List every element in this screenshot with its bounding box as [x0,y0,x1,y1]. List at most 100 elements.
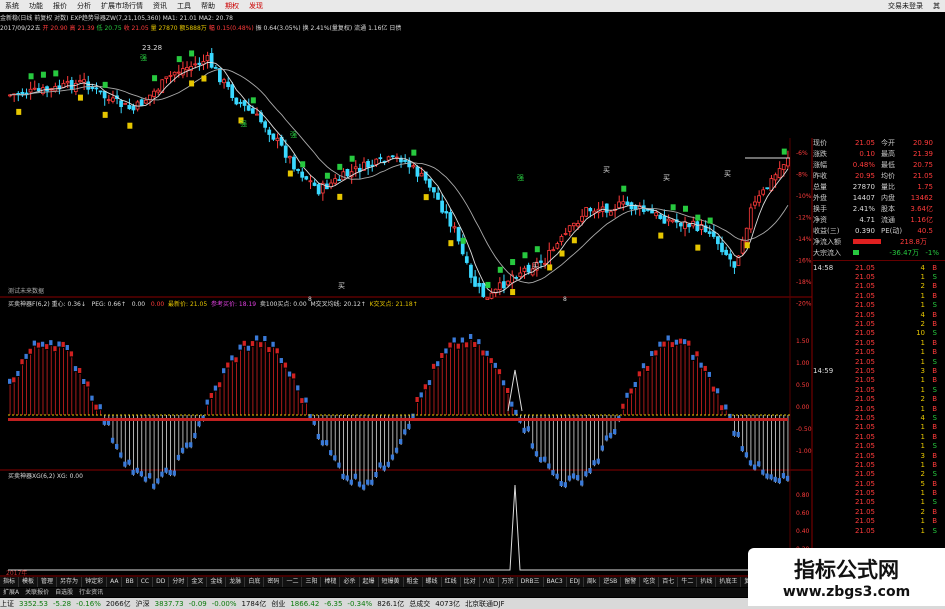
indicator-tab-20[interactable]: 短爆黄 [379,577,404,587]
indicator-tab-28[interactable]: BAC3 [544,577,567,587]
indicator-block [139,471,144,477]
candle-body [555,243,560,249]
index-sh-label[interactable]: 上证 [0,599,14,609]
ind2-title: 买卖神器XG(6,2) XG: 0.00 [8,473,83,480]
trade-vol: 5 [920,479,925,488]
sub-tab-1[interactable]: 关联报价 [22,588,52,597]
indicator-block [172,470,176,476]
watermark-url: www.zbgs3.com [782,584,911,600]
indicator-tab-32[interactable]: 留警 [621,577,641,587]
indicator-tab-14[interactable]: 密码 [264,577,284,587]
candle-body [695,221,700,232]
indicator-tab-29[interactable]: EDJ [567,577,584,587]
indicator-tab-37[interactable]: 扒底王 [716,577,742,587]
trade-side: B [932,338,937,347]
indicator-tab-27[interactable]: DRB三 [518,577,544,587]
sub-tab-3[interactable]: 行业资讯 [76,588,106,597]
indicator-tab-26[interactable]: 万宗 [499,577,518,587]
candle-body [469,264,473,278]
candle-body [777,168,782,179]
indicator-block [563,482,567,488]
index-cy-pct: -0.34% [347,599,373,608]
ind1-newprice: 最新价: 21.05 [168,301,208,308]
trade-side: S [932,385,937,394]
indicator-block [761,469,765,475]
indicator-tab-2[interactable]: 管理 [38,577,58,587]
indicator-block [575,475,580,481]
candle-body [378,157,383,160]
index-hs-label[interactable]: 沪深 [136,599,150,609]
signal-green-marker [102,81,108,88]
signal-yellow-marker [547,264,553,271]
trade-vol: 2 [920,395,925,404]
indicator-tab-18[interactable]: 必杀 [340,577,360,587]
indicator-tab-10[interactable]: 金叉 [188,577,208,587]
indicator-block [650,351,654,357]
indicator-tab-16[interactable]: 三阳 [302,577,322,587]
indicator-block [271,341,275,347]
indicator-tab-33[interactable]: 吃货 [640,577,660,587]
indicator-block [530,443,535,449]
sub-tab-2[interactable]: 自选股 [52,588,76,597]
indicator-tab-1[interactable]: 模板 [19,577,39,587]
indicator-tab-6[interactable]: BB [122,577,138,587]
candle-body [152,90,156,97]
trade-vol: 2 [920,470,925,479]
ind1-line4: M交叉均线: 20.12↑ [310,301,366,308]
indicator-tab-30[interactable]: 周k [584,577,601,587]
quote-row: 换手 2.41% 股本 3.64亿 [813,203,945,214]
indicator-tab-31[interactable]: 逆SB [600,577,622,587]
trade-price: 21.05 [854,432,875,441]
indicator-tab-12[interactable]: 龙脉 [226,577,246,587]
indicator-tab-25[interactable]: 八位 [480,577,499,587]
candle-body [654,212,658,217]
candle-body [123,102,128,105]
indicator-tab-11[interactable]: 金线 [207,577,227,587]
candle-body [522,267,527,272]
indicator-tab-24[interactable]: 比对 [461,577,480,587]
indicator-block [82,378,86,384]
indicator-tab-0[interactable]: 指标 [0,577,20,587]
trade-row: 21.05 1 S [813,357,945,366]
indicator-tab-8[interactable]: DD [153,577,170,587]
candle-body [98,90,103,93]
indicator-block [300,398,304,404]
candle-body [444,211,449,214]
indicator-tab-7[interactable]: CC [138,577,154,587]
buy-label: 买 [532,262,539,270]
indicator-tab-19[interactable]: 起爆 [360,577,379,587]
indicator-tab-4[interactable]: 钟定彩 [82,577,108,587]
indicator-tab-22[interactable]: 螺线 [423,577,442,587]
indicator-tab-17[interactable]: 棒槌 [321,577,341,587]
indicator-tab-5[interactable]: AA [107,577,123,587]
candle-body [176,71,181,74]
indicator-block [481,350,485,356]
index-cy-label[interactable]: 创业 [271,599,285,609]
indicator-block [329,450,333,456]
quote-value: 0.48% [852,160,875,169]
candle-body [78,80,82,83]
indicator-tab-34[interactable]: 百七 [659,577,679,587]
trade-row: 21.05 5 B [813,479,945,488]
candle-body [403,160,407,162]
sub-tab-0[interactable]: 扩展A [0,588,22,597]
indicator-tab-35[interactable]: 牛二 [678,577,698,587]
indicator-tab-36[interactable]: 扒线 [697,577,717,587]
indicator-tab-21[interactable]: 粗金 [404,577,423,587]
candle-body [740,240,745,254]
indicator-tab-15[interactable]: 一二 [283,577,303,587]
signal-yellow-marker [423,194,429,201]
bigflow-bar [853,250,859,255]
indicator-block [551,470,555,476]
indicator-tab-3[interactable]: 另存为 [57,577,83,587]
indicator-block [366,479,370,485]
indicator-tab-13[interactable]: 白底 [245,577,265,587]
indicator-block [110,437,115,443]
trade-side: S [932,301,937,310]
indicator-block [658,341,662,347]
ind1-buyprice: 参考买价: 18.19 [210,301,257,308]
indicator-tab-9[interactable]: 分时 [169,577,189,587]
indicator-block [77,367,82,373]
index-hs-value: 3837.73 [154,599,184,608]
indicator-tab-23[interactable]: 红线 [442,577,461,587]
